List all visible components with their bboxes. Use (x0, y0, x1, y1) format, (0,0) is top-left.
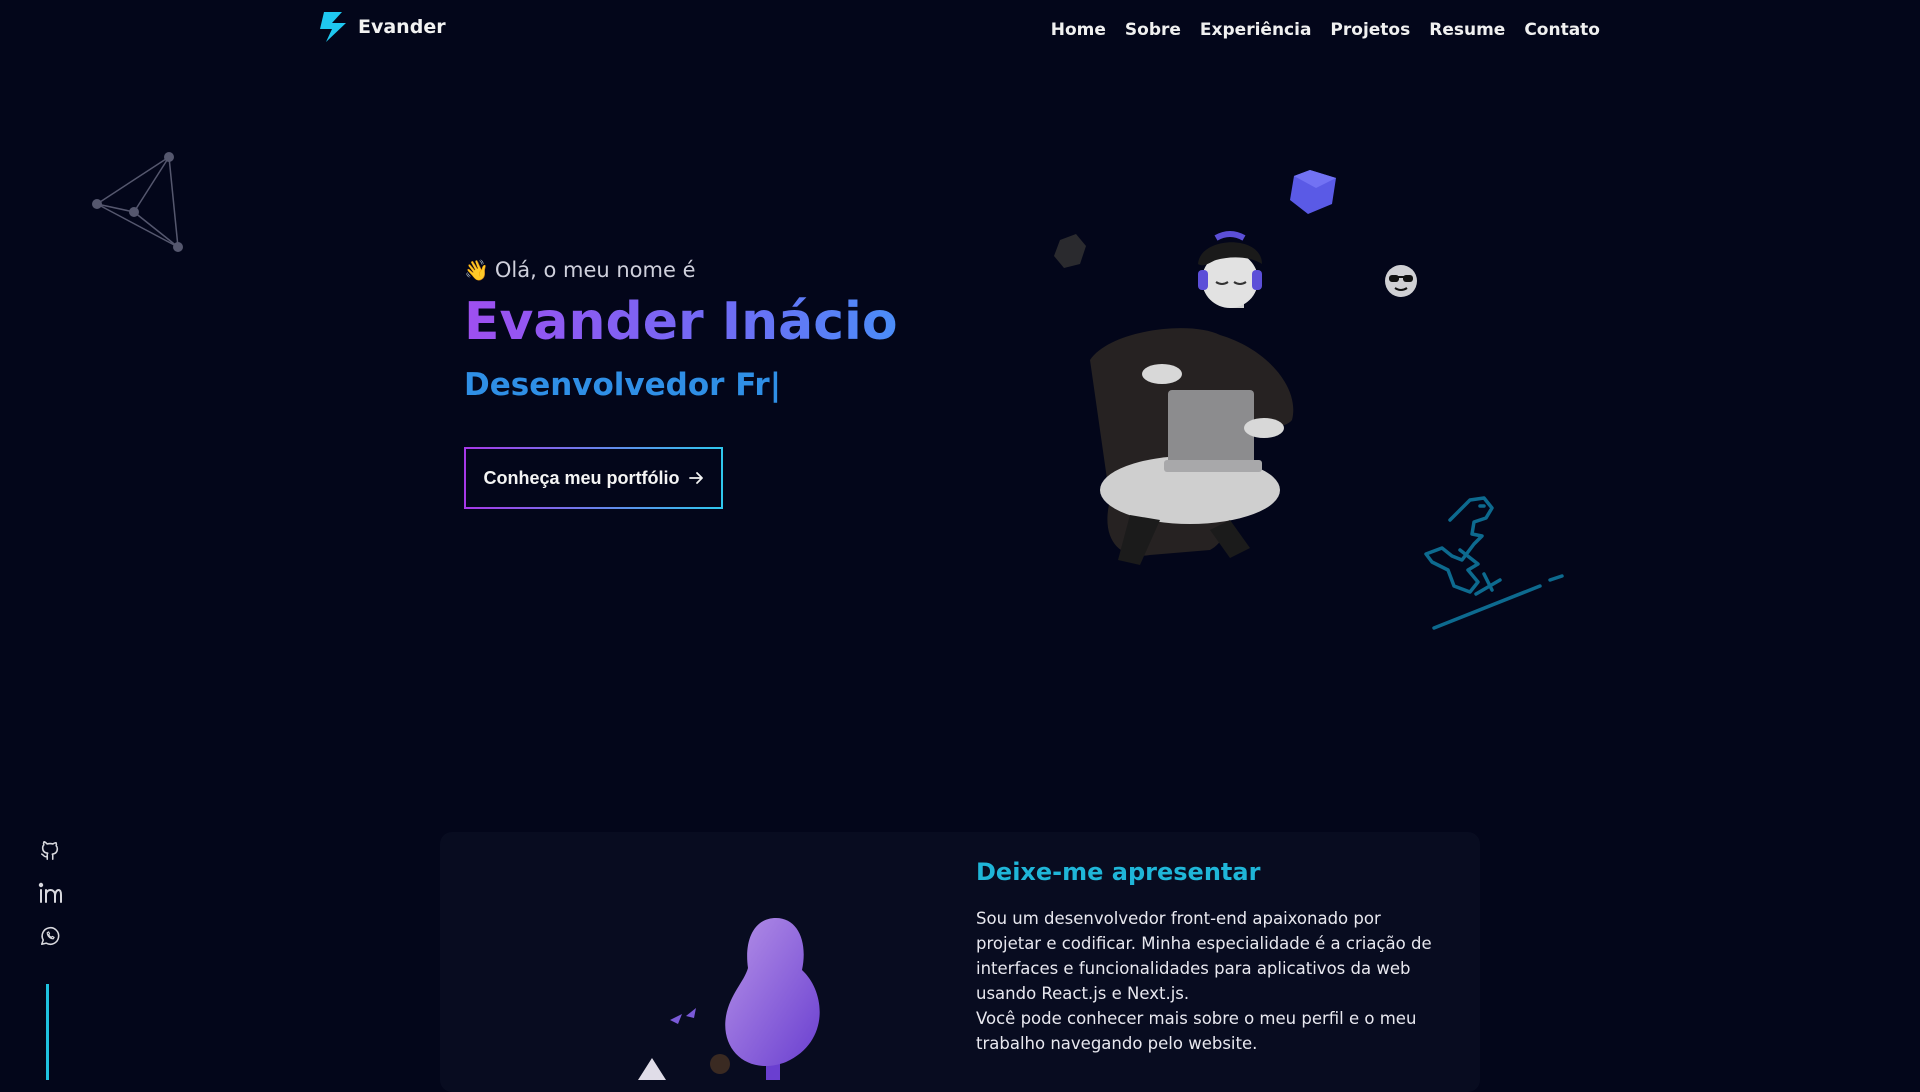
dinosaur-doodle-decoration (1424, 496, 1564, 630)
typing-caret: | (769, 367, 782, 404)
developer-3d-illustration (1054, 170, 1336, 565)
tree-3d-illustration (638, 918, 820, 1080)
about-title: Deixe-me apresentar (976, 858, 1261, 886)
about-text: Sou um desenvolvedor front-end apaixonad… (976, 906, 1446, 1056)
constellation-decoration (92, 152, 183, 252)
hero-section: 👋 Olá, o meu nome é Evander Inácio Desen… (464, 258, 898, 403)
nav-resume[interactable]: Resume (1429, 20, 1505, 40)
nav-home[interactable]: Home (1051, 20, 1106, 40)
nav-menu: Home Sobre Experiência Projetos Resume C… (1051, 20, 1600, 40)
logo-bolt-icon (320, 12, 346, 42)
arrow-right-icon (688, 472, 703, 484)
hero-role: Desenvolvedor Fr| (464, 367, 898, 403)
about-paragraph-2: Você pode conhecer mais sobre o meu perf… (976, 1009, 1417, 1053)
role-text: Desenvolvedor Fr (464, 367, 770, 404)
hero-name: Evander Inácio (464, 292, 898, 352)
github-link[interactable] (38, 838, 62, 862)
top-navbar: Evander Home Sobre Experiência Projetos … (0, 0, 1920, 64)
about-paragraph-1: Sou um desenvolvedor front-end apaixonad… (976, 909, 1432, 1003)
nav-projetos[interactable]: Projetos (1330, 20, 1410, 40)
portfolio-button-label: Conheça meu portfólio (483, 467, 680, 488)
nav-contato[interactable]: Contato (1524, 20, 1600, 40)
whatsapp-icon (40, 926, 60, 946)
waving-hand-icon: 👋 (464, 258, 489, 282)
greeting: 👋 Olá, o meu nome é (464, 258, 898, 282)
linkedin-icon (38, 882, 62, 903)
whatsapp-link[interactable] (38, 924, 62, 948)
nav-sobre[interactable]: Sobre (1125, 20, 1181, 40)
logo-text: Evander (358, 16, 446, 38)
logo[interactable]: Evander (318, 12, 446, 42)
greeting-text: Olá, o meu nome é (494, 258, 696, 282)
social-sidebar-line (46, 984, 49, 1080)
linkedin-link[interactable] (38, 881, 62, 905)
github-icon (40, 841, 59, 860)
nav-experiencia[interactable]: Experiência (1200, 20, 1312, 40)
portfolio-button[interactable]: Conheça meu portfólio (464, 447, 723, 509)
sunglasses-emoji-icon (1385, 265, 1417, 297)
